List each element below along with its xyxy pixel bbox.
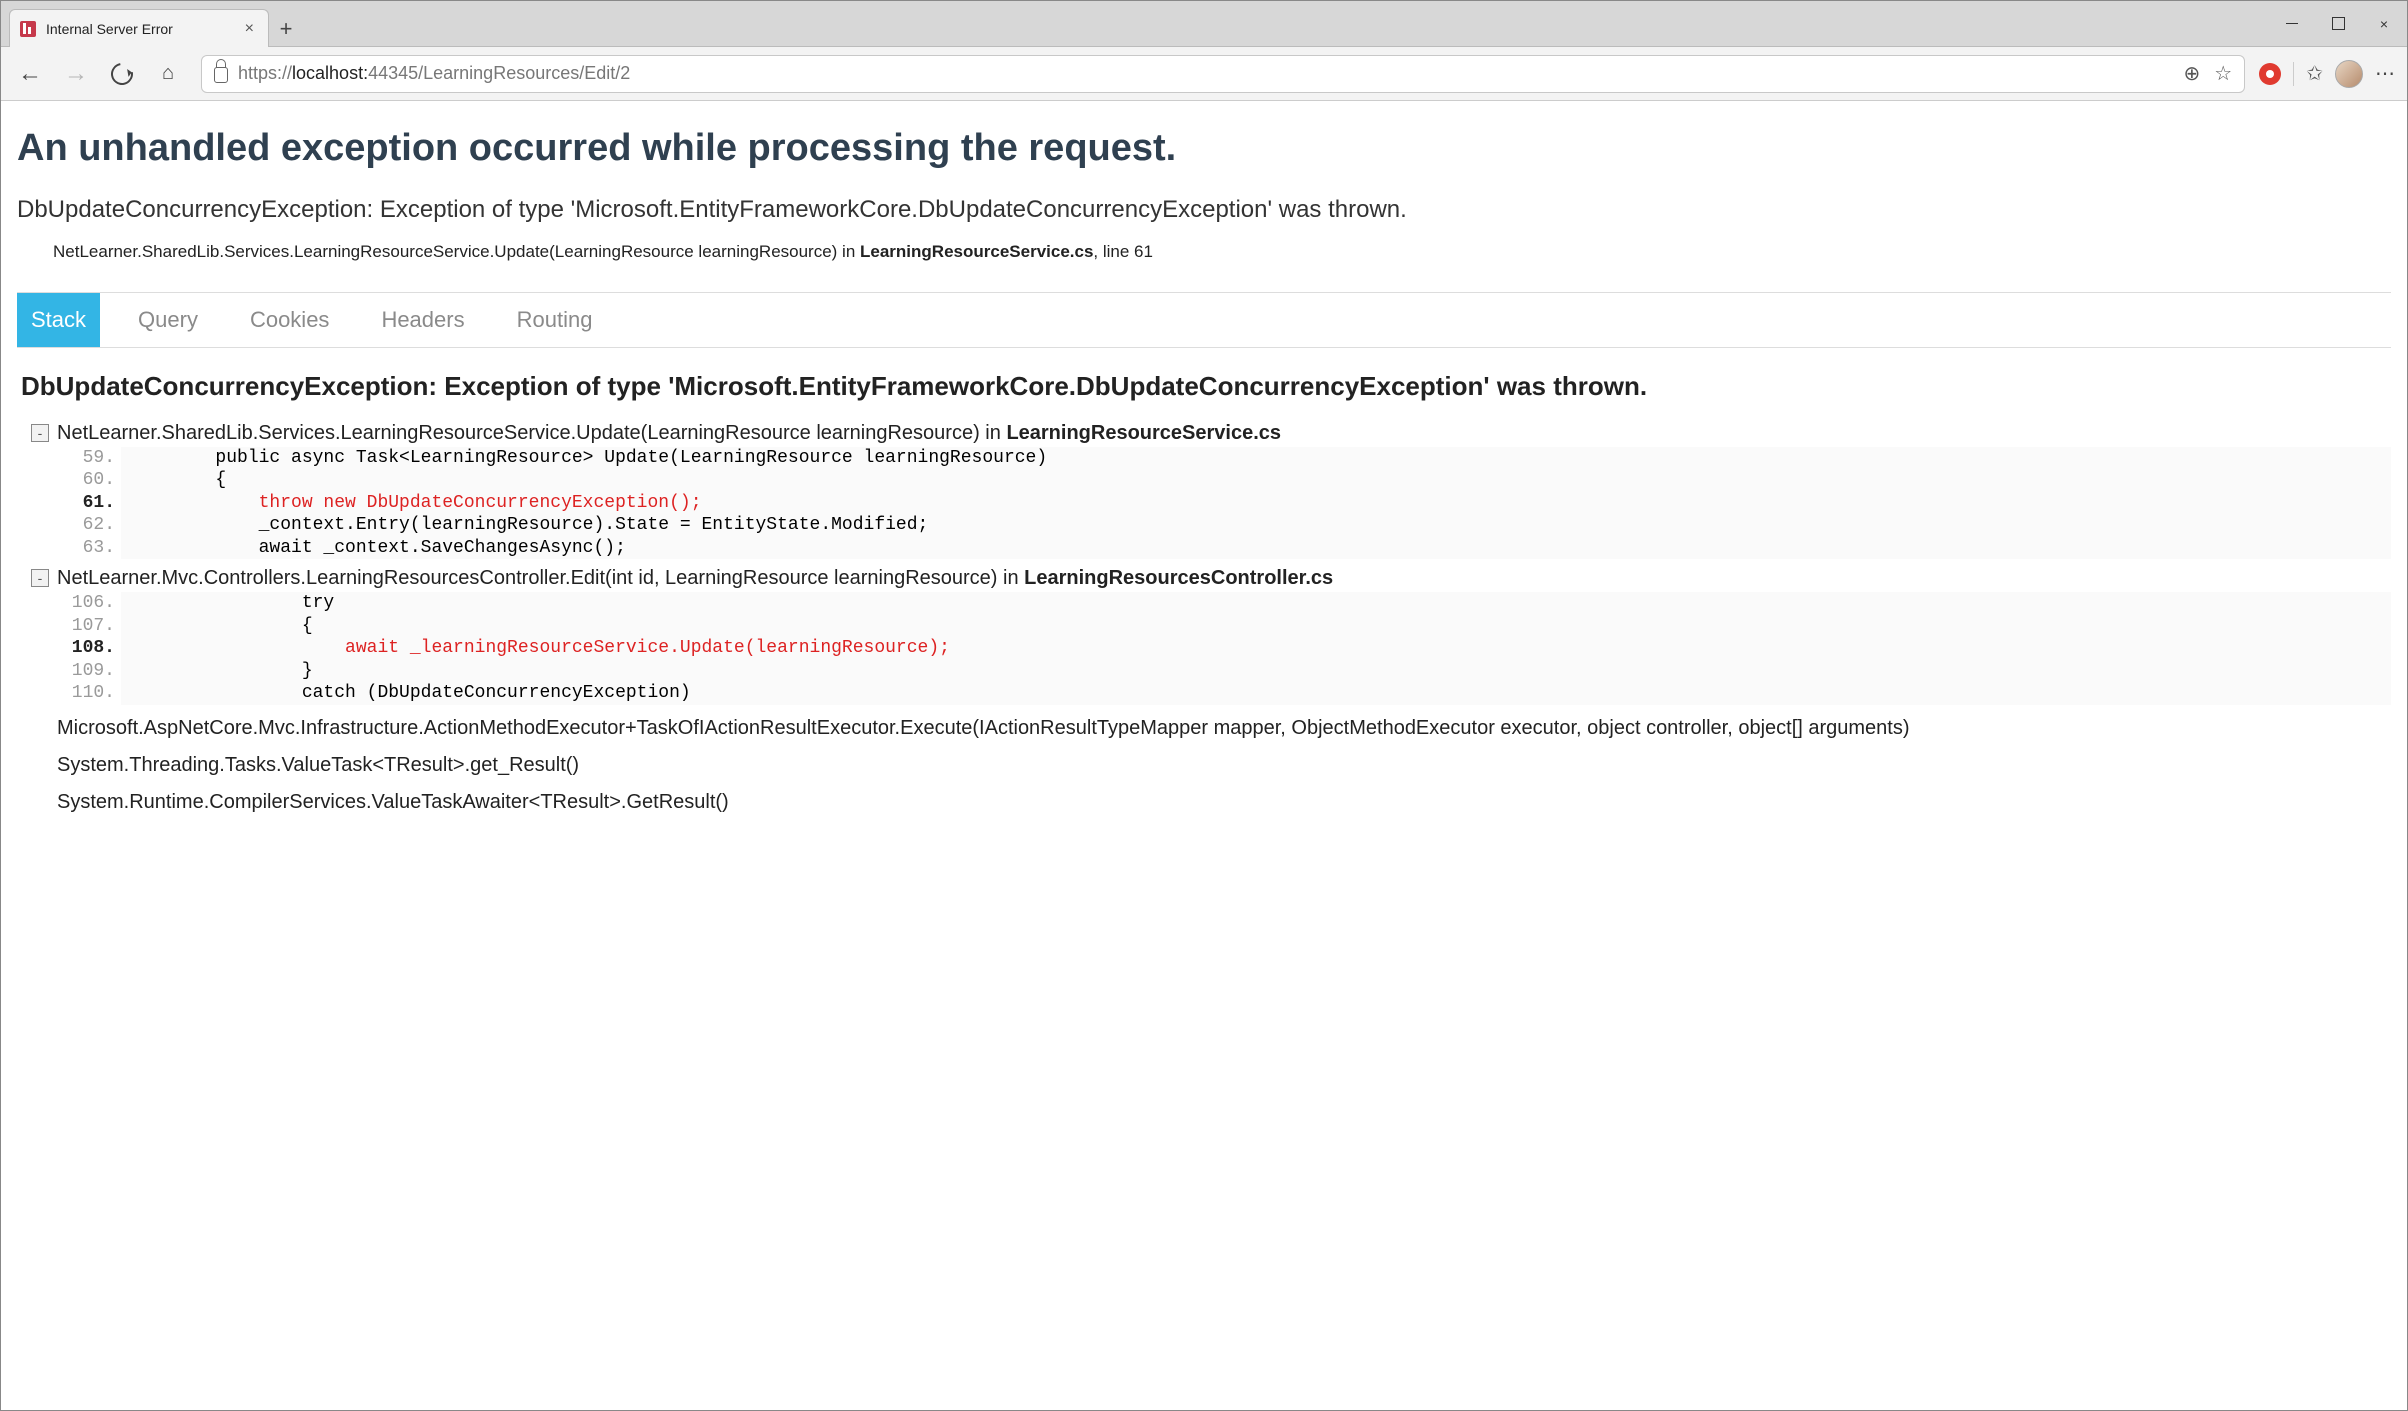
frame-toggle-button[interactable]: - xyxy=(31,569,49,587)
favorite-icon[interactable]: ☆ xyxy=(2214,61,2232,86)
frame-file: LearningResourceService.cs xyxy=(1006,422,1281,444)
toolbar-divider xyxy=(2293,62,2294,86)
exception-subtitle: DbUpdateConcurrencyException: Exception … xyxy=(17,196,2391,224)
dev-tabs: Stack Query Cookies Headers Routing xyxy=(17,292,2391,348)
frame-header[interactable]: NetLearner.Mvc.Controllers.LearningResou… xyxy=(57,567,2391,590)
menu-button[interactable]: ⋯ xyxy=(2375,61,2397,86)
line-number: 106. xyxy=(57,592,121,615)
tab-title: Internal Server Error xyxy=(46,21,173,37)
code-text: catch (DbUpdateConcurrencyException) xyxy=(121,682,2391,705)
browser-toolbar: ← → ⌂ https://localhost:44345/LearningRe… xyxy=(1,47,2407,101)
code-text-current: throw new DbUpdateConcurrencyException()… xyxy=(121,492,2391,515)
url-prefix: https:// xyxy=(238,63,292,83)
zoom-icon[interactable]: ⊕ xyxy=(2184,61,2201,86)
forward-button[interactable]: → xyxy=(57,55,95,93)
home-button[interactable]: ⌂ xyxy=(149,55,187,93)
new-tab-button[interactable]: + xyxy=(269,12,303,46)
code-text: public async Task<LearningResource> Upda… xyxy=(121,447,2391,470)
stack-frame: - NetLearner.Mvc.Controllers.LearningRes… xyxy=(17,567,2391,705)
tab-routing[interactable]: Routing xyxy=(503,293,607,347)
source-file: LearningResourceService.cs xyxy=(860,242,1093,261)
frame-file: LearningResourcesController.cs xyxy=(1024,567,1333,589)
tab-strip: Internal Server Error × + × xyxy=(1,1,2407,47)
source-line-suffix: , line 61 xyxy=(1093,242,1153,261)
tab-stack[interactable]: Stack xyxy=(17,293,100,347)
refresh-icon xyxy=(107,58,138,89)
exception-message: DbUpdateConcurrencyException: Exception … xyxy=(21,370,2391,404)
code-text: { xyxy=(121,469,2391,492)
frame-toggle-button[interactable]: - xyxy=(31,424,49,442)
url-text: https://localhost:44345/LearningResource… xyxy=(238,63,630,84)
refresh-button[interactable] xyxy=(103,55,141,93)
code-error-text: throw new DbUpdateConcurrencyException()… xyxy=(129,493,702,513)
page-title: An unhandled exception occurred while pr… xyxy=(17,127,2391,170)
code-block: 106. try 107. { 108. await _learningReso… xyxy=(57,592,2391,705)
tab-query[interactable]: Query xyxy=(124,293,212,347)
favorites-list-icon[interactable]: ✩ xyxy=(2306,61,2323,86)
code-text: _context.Entry(learningResource).State =… xyxy=(121,514,2391,537)
code-error-text: await _learningResourceService.Update(le… xyxy=(129,638,950,658)
frame-method: NetLearner.SharedLib.Services.LearningRe… xyxy=(57,422,1006,444)
back-button[interactable]: ← xyxy=(11,55,49,93)
code-text: await _context.SaveChangesAsync(); xyxy=(121,537,2391,560)
stack-frame-plain[interactable]: Microsoft.AspNetCore.Mvc.Infrastructure.… xyxy=(57,715,2391,742)
error-page: An unhandled exception occurred while pr… xyxy=(1,101,2407,838)
code-text-current: await _learningResourceService.Update(le… xyxy=(121,637,2391,660)
browser-tab[interactable]: Internal Server Error × xyxy=(9,9,269,47)
frame-header[interactable]: NetLearner.SharedLib.Services.LearningRe… xyxy=(57,422,2391,445)
line-number: 63. xyxy=(57,537,121,560)
tab-favicon-icon xyxy=(20,21,36,37)
code-block: 59. public async Task<LearningResource> … xyxy=(57,447,2391,560)
code-text: { xyxy=(121,615,2391,638)
tab-headers[interactable]: Headers xyxy=(367,293,478,347)
extension-icon[interactable] xyxy=(2259,63,2281,85)
window-controls: × xyxy=(2269,1,2407,46)
profile-avatar[interactable] xyxy=(2335,60,2363,88)
tab-close-icon[interactable]: × xyxy=(245,20,254,38)
line-number-current: 108. xyxy=(57,637,121,660)
stack-frame-plain[interactable]: System.Threading.Tasks.ValueTask<TResult… xyxy=(57,752,2391,779)
exception-source: NetLearner.SharedLib.Services.LearningRe… xyxy=(53,242,2391,262)
browser-window: Internal Server Error × + × ← → ⌂ https:… xyxy=(0,0,2408,1411)
source-method: NetLearner.SharedLib.Services.LearningRe… xyxy=(53,242,860,261)
window-minimize-button[interactable] xyxy=(2269,8,2315,40)
code-text: } xyxy=(121,660,2391,683)
toolbar-right: ✩ ⋯ xyxy=(2259,60,2397,88)
window-close-button[interactable]: × xyxy=(2361,8,2407,40)
line-number: 109. xyxy=(57,660,121,683)
url-host: localhost: xyxy=(292,63,368,83)
line-number: 62. xyxy=(57,514,121,537)
url-path: 44345/LearningResources/Edit/2 xyxy=(368,63,630,83)
frame-method: NetLearner.Mvc.Controllers.LearningResou… xyxy=(57,567,1024,589)
code-text: try xyxy=(121,592,2391,615)
window-maximize-button[interactable] xyxy=(2315,8,2361,40)
tab-cookies[interactable]: Cookies xyxy=(236,293,343,347)
line-number: 60. xyxy=(57,469,121,492)
line-number: 110. xyxy=(57,682,121,705)
stack-frame: - NetLearner.SharedLib.Services.Learning… xyxy=(17,422,2391,560)
address-bar[interactable]: https://localhost:44345/LearningResource… xyxy=(201,55,2245,93)
line-number: 107. xyxy=(57,615,121,638)
page-viewport[interactable]: An unhandled exception occurred while pr… xyxy=(1,101,2407,1410)
stack-frame-plain[interactable]: System.Runtime.CompilerServices.ValueTas… xyxy=(57,789,2391,816)
lock-icon xyxy=(214,67,228,83)
line-number: 59. xyxy=(57,447,121,470)
line-number-current: 61. xyxy=(57,492,121,515)
